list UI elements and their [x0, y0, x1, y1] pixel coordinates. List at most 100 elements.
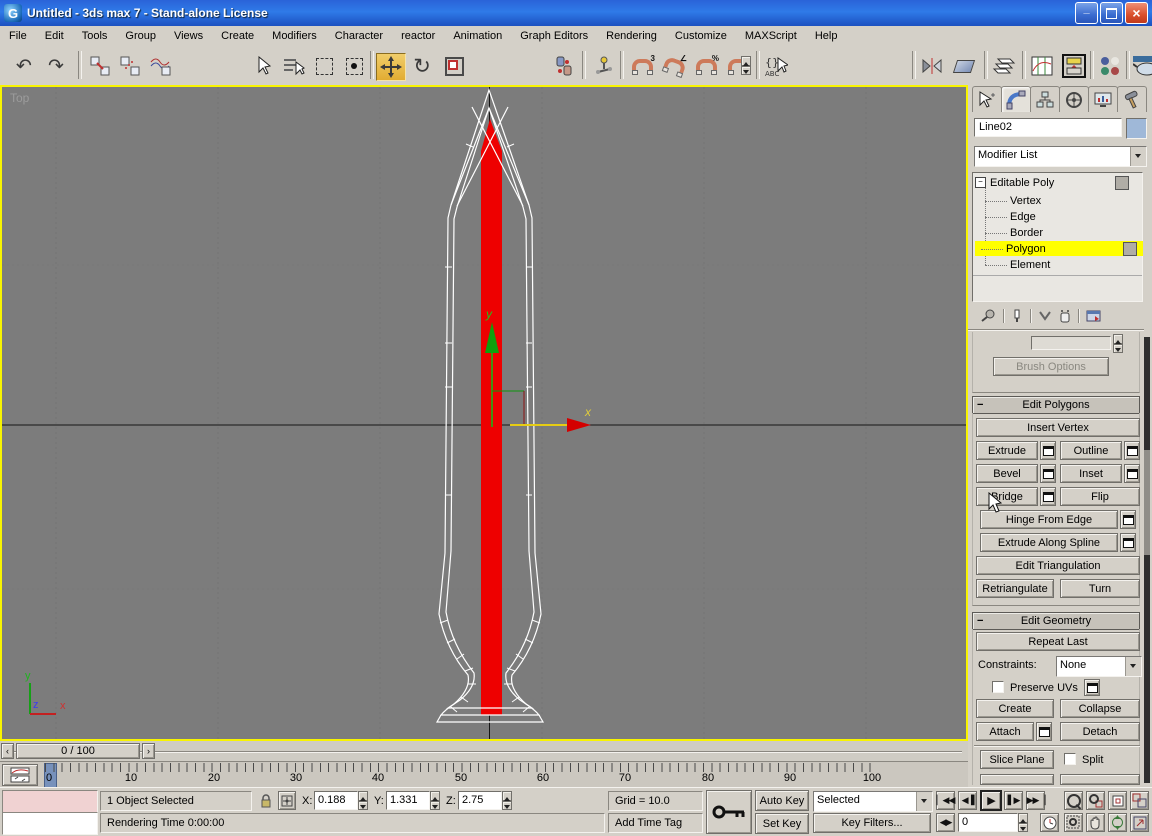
key-filter-scope-dropdown[interactable]: Selected	[813, 791, 933, 812]
layer-manager-button[interactable]	[990, 53, 1018, 79]
add-time-tag-button[interactable]: Add Time Tag	[608, 813, 703, 833]
menu-group[interactable]: Group	[116, 28, 165, 44]
viewport-canvas[interactable]: y x y z x	[2, 87, 966, 739]
stack-onoff-icon[interactable]	[1123, 242, 1137, 256]
bevel-button[interactable]: Bevel	[976, 464, 1038, 483]
snap-toggle-button[interactable]: 3	[628, 53, 656, 79]
close-button[interactable]	[1125, 2, 1148, 24]
stack-onoff-icon[interactable]	[1115, 176, 1129, 190]
go-to-start-button[interactable]: ▏◀◀	[936, 791, 955, 810]
rectangular-selection-region-button[interactable]	[310, 53, 338, 79]
split-checkbox[interactable]	[1064, 753, 1076, 765]
menu-edit[interactable]: Edit	[36, 28, 73, 44]
show-end-result-button[interactable]	[1011, 309, 1023, 323]
collapse-button[interactable]: Collapse	[1060, 699, 1140, 718]
time-configuration-button[interactable]	[1040, 813, 1059, 832]
tab-motion[interactable]	[1059, 86, 1089, 112]
menu-customize[interactable]: Customize	[666, 28, 736, 44]
edit-polygons-rollout-header[interactable]: − Edit Polygons	[972, 396, 1140, 414]
schematic-view-button[interactable]	[1060, 53, 1088, 79]
set-key-button[interactable]: Set Key	[755, 813, 809, 834]
stack-item-element[interactable]: Element	[979, 257, 1139, 272]
current-frame-field[interactable]: 0	[958, 813, 1018, 832]
key-mode-toggle-button[interactable]: ◀▶	[936, 813, 955, 832]
inset-settings-button[interactable]	[1124, 464, 1140, 483]
stack-item-vertex[interactable]: Vertex	[979, 193, 1139, 208]
mirror-button[interactable]	[918, 53, 946, 79]
stack-item-editable-poly[interactable]: − Editable Poly	[975, 175, 1135, 190]
tab-display[interactable]	[1088, 86, 1118, 112]
outline-settings-button[interactable]	[1124, 441, 1140, 460]
y-spinner[interactable]	[430, 791, 440, 810]
inset-button[interactable]: Inset	[1060, 464, 1122, 483]
next-frame-arrow-button[interactable]: ›	[142, 743, 155, 759]
redo-button[interactable]: ↷	[42, 53, 70, 79]
flip-button[interactable]: Flip	[1060, 487, 1140, 506]
tab-create[interactable]	[972, 86, 1002, 112]
preserve-uvs-checkbox[interactable]	[992, 681, 1004, 693]
dropdown-arrow-icon[interactable]	[1125, 657, 1141, 676]
z-coordinate-field[interactable]: 2.75	[458, 791, 502, 810]
zoom-all-button[interactable]	[1086, 791, 1105, 810]
extrude-along-spline-settings-button[interactable]	[1120, 533, 1136, 552]
extrude-along-spline-button[interactable]: Extrude Along Spline	[980, 533, 1118, 552]
time-slider-handle[interactable]: 0 / 100	[16, 743, 140, 759]
material-editor-button[interactable]	[1096, 53, 1124, 79]
stack-item-border[interactable]: Border	[979, 225, 1139, 240]
set-key-mode-button[interactable]	[706, 790, 752, 834]
maxscript-mini-listener-pink[interactable]	[2, 790, 98, 813]
viewport-top[interactable]: Top	[0, 85, 968, 741]
go-to-end-button[interactable]: ▶▶▕	[1026, 791, 1045, 810]
spinner-snap-button[interactable]	[724, 53, 752, 79]
object-name-field[interactable]: Line02	[974, 118, 1122, 137]
min-max-toggle-button[interactable]	[1130, 813, 1149, 832]
auto-key-button[interactable]: Auto Key	[755, 790, 809, 811]
track-bar[interactable]: 0 10 20 30 40 50 60 70 80 90 100	[0, 761, 968, 788]
retriangulate-button[interactable]: Retriangulate	[976, 579, 1054, 598]
title-bar[interactable]: G Untitled - 3ds max 7 - Stand-alone Lic…	[0, 0, 1152, 26]
collapse-box-icon[interactable]: −	[975, 177, 986, 188]
key-filters-button[interactable]: Key Filters...	[813, 813, 931, 833]
menu-tools[interactable]: Tools	[73, 28, 117, 44]
dropdown-arrow-icon[interactable]	[1130, 147, 1146, 166]
pan-button[interactable]	[1086, 813, 1105, 832]
tab-utilities[interactable]	[1117, 86, 1147, 112]
zoom-extents-button[interactable]	[1108, 791, 1127, 810]
menu-help[interactable]: Help	[806, 28, 847, 44]
use-pivot-point-center-button[interactable]	[550, 53, 578, 79]
insert-vertex-button[interactable]: Insert Vertex	[976, 418, 1140, 437]
create-button[interactable]: Create	[976, 699, 1054, 718]
select-and-rotate-button[interactable]: ↻	[408, 53, 436, 79]
stack-item-edge[interactable]: Edge	[979, 209, 1139, 224]
select-and-scale-button[interactable]	[440, 53, 468, 79]
previous-frame-arrow-button[interactable]: ‹	[1, 743, 14, 759]
dropdown-arrow-icon[interactable]	[916, 792, 932, 811]
stack-item-polygon-selected[interactable]: Polygon	[975, 241, 1143, 256]
select-by-name-button[interactable]	[280, 53, 308, 79]
remove-modifier-button[interactable]	[1059, 309, 1071, 323]
menu-create[interactable]: Create	[212, 28, 263, 44]
z-spinner[interactable]	[502, 791, 512, 810]
menu-views[interactable]: Views	[165, 28, 212, 44]
arc-rotate-button[interactable]	[1108, 813, 1127, 832]
menu-character[interactable]: Character	[326, 28, 392, 44]
slice-plane-button[interactable]: Slice Plane	[980, 750, 1054, 769]
undo-button[interactable]: ↶	[10, 53, 38, 79]
minimize-button[interactable]	[1075, 2, 1098, 24]
absolute-offset-mode-button[interactable]	[278, 791, 296, 810]
select-and-manipulate-button[interactable]	[590, 53, 618, 79]
extrude-settings-button[interactable]	[1040, 441, 1056, 460]
selection-lock-toggle-button[interactable]	[256, 791, 275, 810]
extrude-button[interactable]: Extrude	[976, 441, 1038, 460]
make-unique-button[interactable]	[1038, 310, 1052, 322]
menu-modifiers[interactable]: Modifiers	[263, 28, 326, 44]
panel-scrollbar[interactable]	[1144, 337, 1150, 783]
bridge-settings-button[interactable]	[1040, 487, 1056, 506]
hinge-settings-button[interactable]	[1120, 510, 1136, 529]
menu-reactor[interactable]: reactor	[392, 28, 444, 44]
percent-snap-button[interactable]: %	[692, 53, 720, 79]
tab-hierarchy[interactable]	[1030, 86, 1060, 112]
attach-settings-button[interactable]	[1036, 722, 1052, 741]
modifier-list-dropdown[interactable]: Modifier List	[974, 146, 1147, 167]
render-scene-button[interactable]	[1132, 53, 1152, 79]
